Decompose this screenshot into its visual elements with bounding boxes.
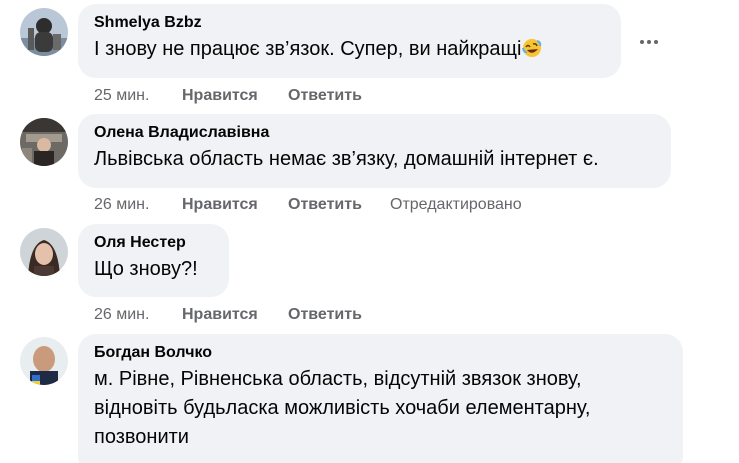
- comment-author[interactable]: Оля Нестер: [94, 233, 213, 253]
- comment-time[interactable]: 26 мин.: [94, 195, 182, 215]
- like-button[interactable]: Нравится: [182, 195, 288, 215]
- avatar[interactable]: [20, 337, 68, 385]
- like-button[interactable]: Нравится: [182, 86, 288, 106]
- avatar[interactable]: [20, 228, 68, 276]
- comment-text: Львівська область немає зв’язку, домашні…: [94, 148, 599, 170]
- more-horizontal-icon: [640, 40, 644, 44]
- comment-text-content: І знову не працює зв’язок. Супер, ви най…: [94, 38, 522, 60]
- comment-time[interactable]: 26 мин.: [94, 305, 182, 325]
- comment-text: Що знову?!: [94, 258, 198, 280]
- comment-author[interactable]: Олена Владиславівна: [94, 123, 655, 143]
- like-button[interactable]: Нравится: [182, 305, 288, 325]
- more-horizontal-icon: [654, 40, 658, 44]
- more-options-button[interactable]: [634, 30, 666, 54]
- comment-bubble: Олена Владиславівна Львівська область не…: [78, 114, 671, 188]
- reply-button[interactable]: Ответить: [288, 86, 390, 106]
- comment-actions: 26 мин. Нравится Ответить: [94, 305, 390, 325]
- comment-text: І знову не працює зв’язок. Супер, ви най…: [94, 35, 605, 64]
- comment-bubble: Оля Нестер Що знову?!: [78, 224, 229, 297]
- more-horizontal-icon: [647, 40, 651, 44]
- avatar[interactable]: [20, 8, 68, 56]
- comment-text-line: м. Рівне, Рівненська область, відсутній …: [94, 368, 582, 390]
- comment-bubble: Shmelya Bzbz І знову не працює зв’язок. …: [78, 4, 621, 78]
- comment-text-line: відновіть будьласка можливість хочаби ел…: [94, 397, 591, 419]
- reply-button[interactable]: Ответить: [288, 305, 390, 325]
- edited-label[interactable]: Отредактировано: [390, 195, 522, 215]
- avatar[interactable]: [20, 118, 68, 166]
- comment-time[interactable]: 25 мин.: [94, 86, 182, 106]
- comment-actions: 26 мин. Нравится Ответить Отредактировано: [94, 195, 522, 215]
- comment-text-line: позвонити: [94, 426, 189, 448]
- comment-author[interactable]: Shmelya Bzbz: [94, 13, 605, 33]
- comment-bubble: Богдан Волчко м. Рівне, Рівненська облас…: [78, 334, 683, 463]
- comment-actions: 25 мин. Нравится Ответить: [94, 86, 390, 106]
- comment-author[interactable]: Богдан Волчко: [94, 343, 667, 363]
- comment-text: м. Рівне, Рівненська область, відсутній …: [94, 365, 667, 452]
- comments-feed: Shmelya Bzbz І знову не працює зв’язок. …: [0, 0, 739, 463]
- reply-button[interactable]: Ответить: [288, 195, 390, 215]
- rolling-on-the-floor-laughing-emoji: [522, 39, 542, 57]
